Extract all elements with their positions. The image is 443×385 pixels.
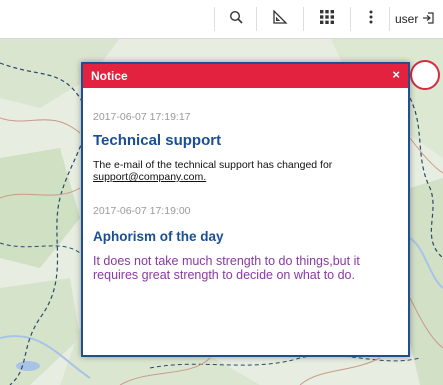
close-icon[interactable]: × bbox=[392, 68, 400, 82]
map-control-button[interactable] bbox=[410, 60, 440, 90]
dialog-title: Notice bbox=[91, 69, 128, 83]
ruler-icon bbox=[272, 8, 288, 29]
apps-button[interactable] bbox=[307, 0, 347, 38]
message-title: Aphorism of the day bbox=[93, 229, 224, 244]
message-date: 2017-06-07 17:19:17 bbox=[93, 111, 191, 123]
message-body: The e-mail of the technical support has … bbox=[93, 159, 333, 171]
message-item: 2017-06-07 17:19:17 Technical support Th… bbox=[93, 111, 398, 183]
more-menu-button[interactable] bbox=[354, 0, 388, 38]
user-label: user bbox=[395, 12, 419, 26]
search-icon bbox=[229, 10, 243, 29]
message-title: Technical support bbox=[93, 132, 222, 149]
toolbar-divider bbox=[256, 7, 257, 31]
dialog-header: Notice × bbox=[83, 64, 408, 88]
toolbar-divider bbox=[350, 7, 351, 31]
dialog-body: 2017-06-07 17:19:17 Technical support Th… bbox=[83, 111, 408, 282]
measure-button[interactable] bbox=[260, 0, 300, 38]
more-vertical-icon bbox=[369, 10, 373, 29]
grid-icon bbox=[320, 9, 334, 29]
message-text: The e-mail of the technical support has … bbox=[93, 159, 398, 183]
logout-icon[interactable] bbox=[422, 11, 434, 27]
user-menu[interactable]: user bbox=[395, 0, 434, 38]
notice-dialog: Notice × 2017-06-07 17:19:17 Technical s… bbox=[81, 62, 410, 357]
message-text: It does not take much strength to do thi… bbox=[93, 254, 360, 282]
search-button[interactable] bbox=[218, 0, 254, 38]
toolbar-divider bbox=[389, 7, 390, 31]
message-item: 2017-06-07 17:19:00 Aphorism of the day … bbox=[93, 205, 398, 282]
toolbar-divider bbox=[303, 7, 304, 31]
toolbar-divider bbox=[214, 7, 215, 31]
top-toolbar: user bbox=[0, 0, 443, 39]
message-date: 2017-06-07 17:19:00 bbox=[93, 205, 191, 217]
support-email-link[interactable]: support@company.com. bbox=[93, 171, 398, 183]
